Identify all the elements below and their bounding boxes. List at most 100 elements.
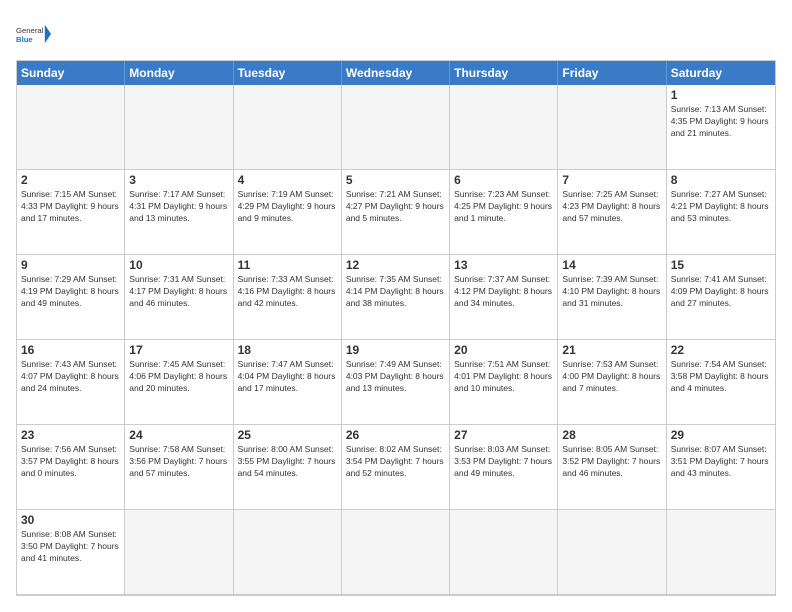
day-number: 2 xyxy=(21,173,120,187)
calendar-cell: 14 Sunrise: 7:39 AM Sunset: 4:10 PM Dayli… xyxy=(558,255,666,340)
day-of-week-monday: Monday xyxy=(125,61,233,85)
calendar-cell xyxy=(17,85,125,170)
sun-info: Sunrise: 7:41 AM Sunset: 4:09 PM Dayligh… xyxy=(671,274,771,310)
calendar-cell xyxy=(450,510,558,595)
calendar-cell: 21 Sunrise: 7:53 AM Sunset: 4:00 PM Dayli… xyxy=(558,340,666,425)
sun-info: Sunrise: 7:39 AM Sunset: 4:10 PM Dayligh… xyxy=(562,274,661,310)
sun-info: Sunrise: 8:03 AM Sunset: 3:53 PM Dayligh… xyxy=(454,444,553,480)
calendar-cell: 27Sunrise: 8:03 AM Sunset: 3:53 PM Dayli… xyxy=(450,425,558,510)
day-number: 3 xyxy=(129,173,228,187)
calendar-cell: 12 Sunrise: 7:35 AM Sunset: 4:14 PM Dayli… xyxy=(342,255,450,340)
day-of-week-wednesday: Wednesday xyxy=(342,61,450,85)
sun-info: Sunrise: 8:02 AM Sunset: 3:54 PM Dayligh… xyxy=(346,444,445,480)
svg-text:Blue: Blue xyxy=(16,35,33,44)
day-number: 5 xyxy=(346,173,445,187)
day-of-week-friday: Friday xyxy=(558,61,666,85)
sun-info: Sunrise: 8:07 AM Sunset: 3:51 PM Dayligh… xyxy=(671,444,771,480)
sun-info: Sunrise: 7:35 AM Sunset: 4:14 PM Dayligh… xyxy=(346,274,445,310)
calendar-cell: 13 Sunrise: 7:37 AM Sunset: 4:12 PM Dayli… xyxy=(450,255,558,340)
calendar-cell xyxy=(450,85,558,170)
calendar-cell: 2Sunrise: 7:15 AM Sunset: 4:33 PM Daylig… xyxy=(17,170,125,255)
sun-info: Sunrise: 7:17 AM Sunset: 4:31 PM Dayligh… xyxy=(129,189,228,225)
sun-info: Sunrise: 7:21 AM Sunset: 4:27 PM Dayligh… xyxy=(346,189,445,225)
calendar-cell: 18Sunrise: 7:47 AM Sunset: 4:04 PM Dayli… xyxy=(234,340,342,425)
calendar-cell xyxy=(342,85,450,170)
day-number: 26 xyxy=(346,428,445,442)
sun-info: Sunrise: 8:08 AM Sunset: 3:50 PM Dayligh… xyxy=(21,529,120,565)
day-number: 7 xyxy=(562,173,661,187)
calendar-cell xyxy=(342,510,450,595)
calendar-body: 1 Sunrise: 7:13 AM Sunset: 4:35 PM Daylig… xyxy=(17,85,775,595)
sun-info: Sunrise: 7:51 AM Sunset: 4:01 PM Dayligh… xyxy=(454,359,553,395)
calendar: SundayMondayTuesdayWednesdayThursdayFrid… xyxy=(16,60,776,596)
day-number: 22 xyxy=(671,343,771,357)
sun-info: Sunrise: 7:54 AM Sunset: 3:58 PM Dayligh… xyxy=(671,359,771,395)
sun-info: Sunrise: 7:43 AM Sunset: 4:07 PM Dayligh… xyxy=(21,359,120,395)
header: GeneralBlue xyxy=(16,16,776,52)
sun-info: Sunrise: 7:45 AM Sunset: 4:06 PM Dayligh… xyxy=(129,359,228,395)
sun-info: Sunrise: 7:13 AM Sunset: 4:35 PM Dayligh… xyxy=(671,104,771,140)
day-number: 15 xyxy=(671,258,771,272)
calendar-cell xyxy=(125,510,233,595)
calendar-cell xyxy=(234,510,342,595)
day-number: 28 xyxy=(562,428,661,442)
day-number: 12 xyxy=(346,258,445,272)
calendar-cell: 7Sunrise: 7:25 AM Sunset: 4:23 PM Daylig… xyxy=(558,170,666,255)
day-number: 1 xyxy=(671,88,771,102)
day-number: 18 xyxy=(238,343,337,357)
day-number: 17 xyxy=(129,343,228,357)
sun-info: Sunrise: 8:00 AM Sunset: 3:55 PM Dayligh… xyxy=(238,444,337,480)
day-number: 11 xyxy=(238,258,337,272)
calendar-cell: 29 Sunrise: 8:07 AM Sunset: 3:51 PM Dayli… xyxy=(667,425,775,510)
day-number: 23 xyxy=(21,428,120,442)
calendar-cell: 23 Sunrise: 7:56 AM Sunset: 3:57 PM Dayli… xyxy=(17,425,125,510)
calendar-cell xyxy=(667,510,775,595)
calendar-cell: 6 Sunrise: 7:23 AM Sunset: 4:25 PM Daylig… xyxy=(450,170,558,255)
day-number: 8 xyxy=(671,173,771,187)
day-number: 29 xyxy=(671,428,771,442)
calendar-cell: 1 Sunrise: 7:13 AM Sunset: 4:35 PM Daylig… xyxy=(667,85,775,170)
svg-text:General: General xyxy=(16,26,44,35)
sun-info: Sunrise: 7:49 AM Sunset: 4:03 PM Dayligh… xyxy=(346,359,445,395)
day-number: 10 xyxy=(129,258,228,272)
day-number: 21 xyxy=(562,343,661,357)
day-number: 4 xyxy=(238,173,337,187)
page: GeneralBlue SundayMondayTuesdayWednesday… xyxy=(0,0,792,612)
day-number: 24 xyxy=(129,428,228,442)
calendar-cell: 26 Sunrise: 8:02 AM Sunset: 3:54 PM Dayli… xyxy=(342,425,450,510)
calendar-cell: 5 Sunrise: 7:21 AM Sunset: 4:27 PM Daylig… xyxy=(342,170,450,255)
day-of-week-thursday: Thursday xyxy=(450,61,558,85)
sun-info: Sunrise: 7:31 AM Sunset: 4:17 PM Dayligh… xyxy=(129,274,228,310)
sun-info: Sunrise: 8:05 AM Sunset: 3:52 PM Dayligh… xyxy=(562,444,661,480)
sun-info: Sunrise: 7:33 AM Sunset: 4:16 PM Dayligh… xyxy=(238,274,337,310)
calendar-cell: 19 Sunrise: 7:49 AM Sunset: 4:03 PM Dayli… xyxy=(342,340,450,425)
calendar-cell: 30 Sunrise: 8:08 AM Sunset: 3:50 PM Dayli… xyxy=(17,510,125,595)
calendar-cell: 16Sunrise: 7:43 AM Sunset: 4:07 PM Dayli… xyxy=(17,340,125,425)
day-number: 13 xyxy=(454,258,553,272)
calendar-cell: 15 Sunrise: 7:41 AM Sunset: 4:09 PM Dayli… xyxy=(667,255,775,340)
sun-info: Sunrise: 7:23 AM Sunset: 4:25 PM Dayligh… xyxy=(454,189,553,225)
calendar-cell: 8 Sunrise: 7:27 AM Sunset: 4:21 PM Daylig… xyxy=(667,170,775,255)
day-of-week-saturday: Saturday xyxy=(667,61,775,85)
calendar-cell xyxy=(558,85,666,170)
calendar-cell: 25 Sunrise: 8:00 AM Sunset: 3:55 PM Dayli… xyxy=(234,425,342,510)
day-number: 30 xyxy=(21,513,120,527)
day-number: 14 xyxy=(562,258,661,272)
calendar-cell: 24 Sunrise: 7:58 AM Sunset: 3:56 PM Dayli… xyxy=(125,425,233,510)
sun-info: Sunrise: 7:56 AM Sunset: 3:57 PM Dayligh… xyxy=(21,444,120,480)
sun-info: Sunrise: 7:53 AM Sunset: 4:00 PM Dayligh… xyxy=(562,359,661,395)
calendar-cell xyxy=(125,85,233,170)
calendar-header: SundayMondayTuesdayWednesdayThursdayFrid… xyxy=(17,61,775,85)
calendar-cell xyxy=(234,85,342,170)
calendar-cell xyxy=(558,510,666,595)
day-number: 19 xyxy=(346,343,445,357)
generalblue-logo-icon: GeneralBlue xyxy=(16,16,52,52)
day-number: 6 xyxy=(454,173,553,187)
calendar-cell: 28 Sunrise: 8:05 AM Sunset: 3:52 PM Dayli… xyxy=(558,425,666,510)
day-number: 20 xyxy=(454,343,553,357)
sun-info: Sunrise: 7:58 AM Sunset: 3:56 PM Dayligh… xyxy=(129,444,228,480)
day-number: 25 xyxy=(238,428,337,442)
day-of-week-tuesday: Tuesday xyxy=(234,61,342,85)
sun-info: Sunrise: 7:37 AM Sunset: 4:12 PM Dayligh… xyxy=(454,274,553,310)
sun-info: Sunrise: 7:27 AM Sunset: 4:21 PM Dayligh… xyxy=(671,189,771,225)
